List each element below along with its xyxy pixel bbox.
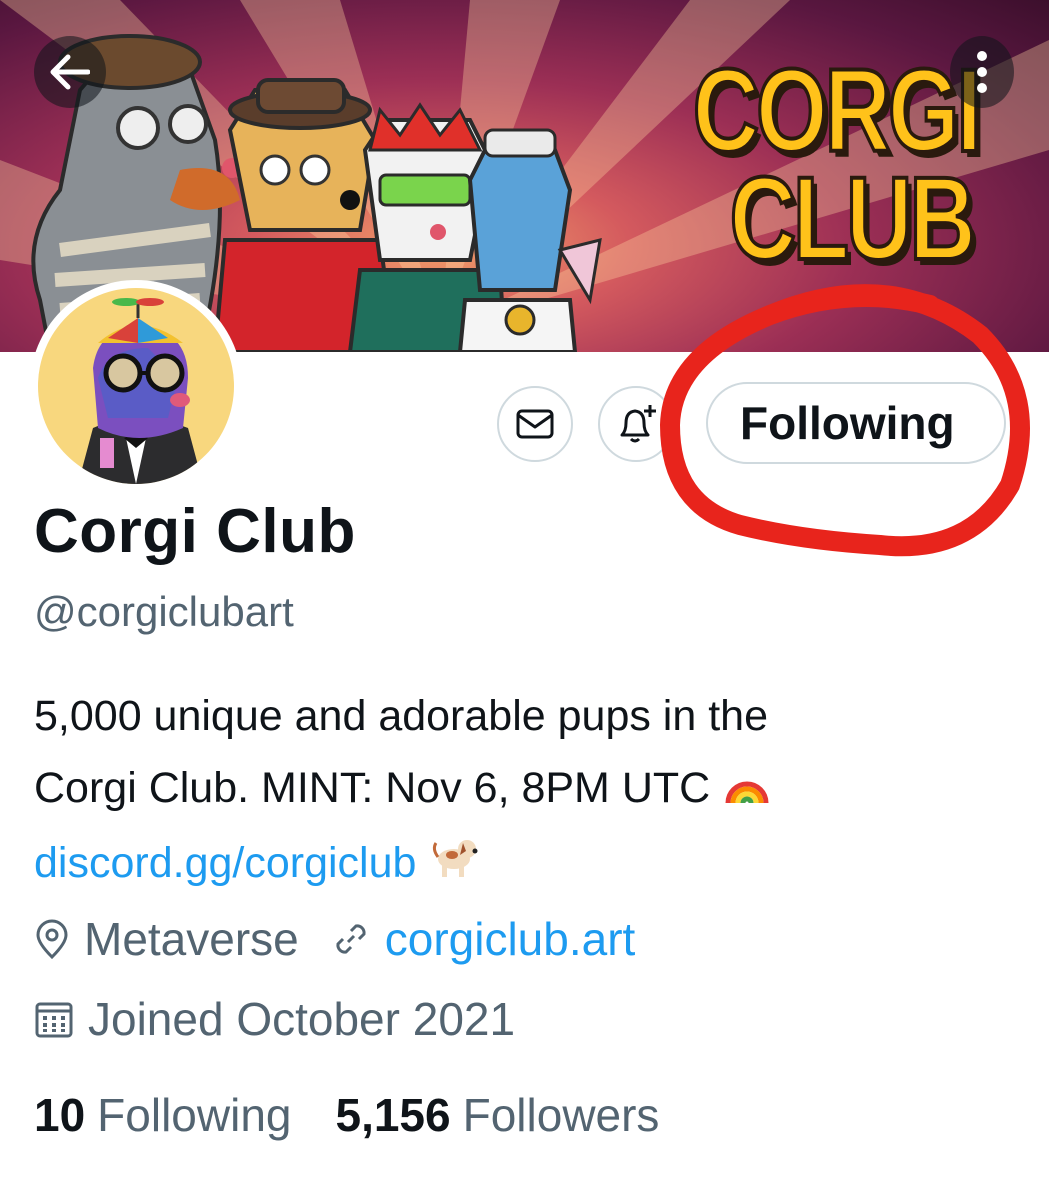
rainbow-icon (724, 755, 770, 827)
following-stat[interactable]: 10 Following (34, 1088, 291, 1142)
following-button[interactable]: Following (706, 382, 1006, 464)
arrow-left-icon (50, 54, 90, 90)
dog-icon (430, 829, 480, 901)
back-button[interactable] (34, 36, 106, 108)
profile-handle: @corgiclubart (34, 588, 294, 635)
avatar-image (38, 288, 234, 484)
following-label: Following (97, 1089, 292, 1141)
banner-logo-club: CLUB (728, 153, 977, 285)
mail-icon (516, 409, 554, 439)
profile-name: Corgi Club (34, 497, 356, 566)
followers-count: 5,156 (335, 1089, 451, 1141)
bio-link[interactable]: discord.gg/corgiclub (34, 839, 416, 887)
notifications-button[interactable] (598, 386, 674, 462)
profile-bio: 5,000 unique and adorable pups in the Co… (34, 680, 1024, 901)
location-text: Metaverse (84, 913, 299, 965)
profile-joined-row: Joined October 2021 (34, 992, 515, 1046)
more-vertical-icon (977, 51, 987, 93)
profile-meta-row: Metaverse corgiclub.art (34, 912, 635, 966)
bio-text: Corgi Club. MINT: Nov 6, 8PM UTC (34, 764, 711, 812)
calendar-icon (34, 999, 74, 1039)
location-icon (34, 919, 70, 959)
bio-line-2: Corgi Club. MINT: Nov 6, 8PM UTC (34, 752, 1024, 827)
more-options-button[interactable] (950, 36, 1014, 108)
joined-text: Joined October 2021 (88, 993, 516, 1045)
bell-plus-icon (620, 405, 656, 443)
following-count: 10 (34, 1089, 86, 1141)
message-button[interactable] (497, 386, 573, 462)
bio-line: 5,000 unique and adorable pups in the (34, 692, 769, 740)
website-link[interactable]: corgiclub.art (385, 912, 636, 966)
bio-line-3: discord.gg/corgiclub (34, 827, 1024, 902)
link-icon (331, 919, 371, 959)
followers-stat[interactable]: 5,156 Followers (335, 1088, 659, 1142)
profile-stats: 10 Following 5,156 Followers (34, 1088, 659, 1142)
avatar[interactable] (30, 280, 242, 492)
followers-label: Followers (462, 1089, 660, 1141)
